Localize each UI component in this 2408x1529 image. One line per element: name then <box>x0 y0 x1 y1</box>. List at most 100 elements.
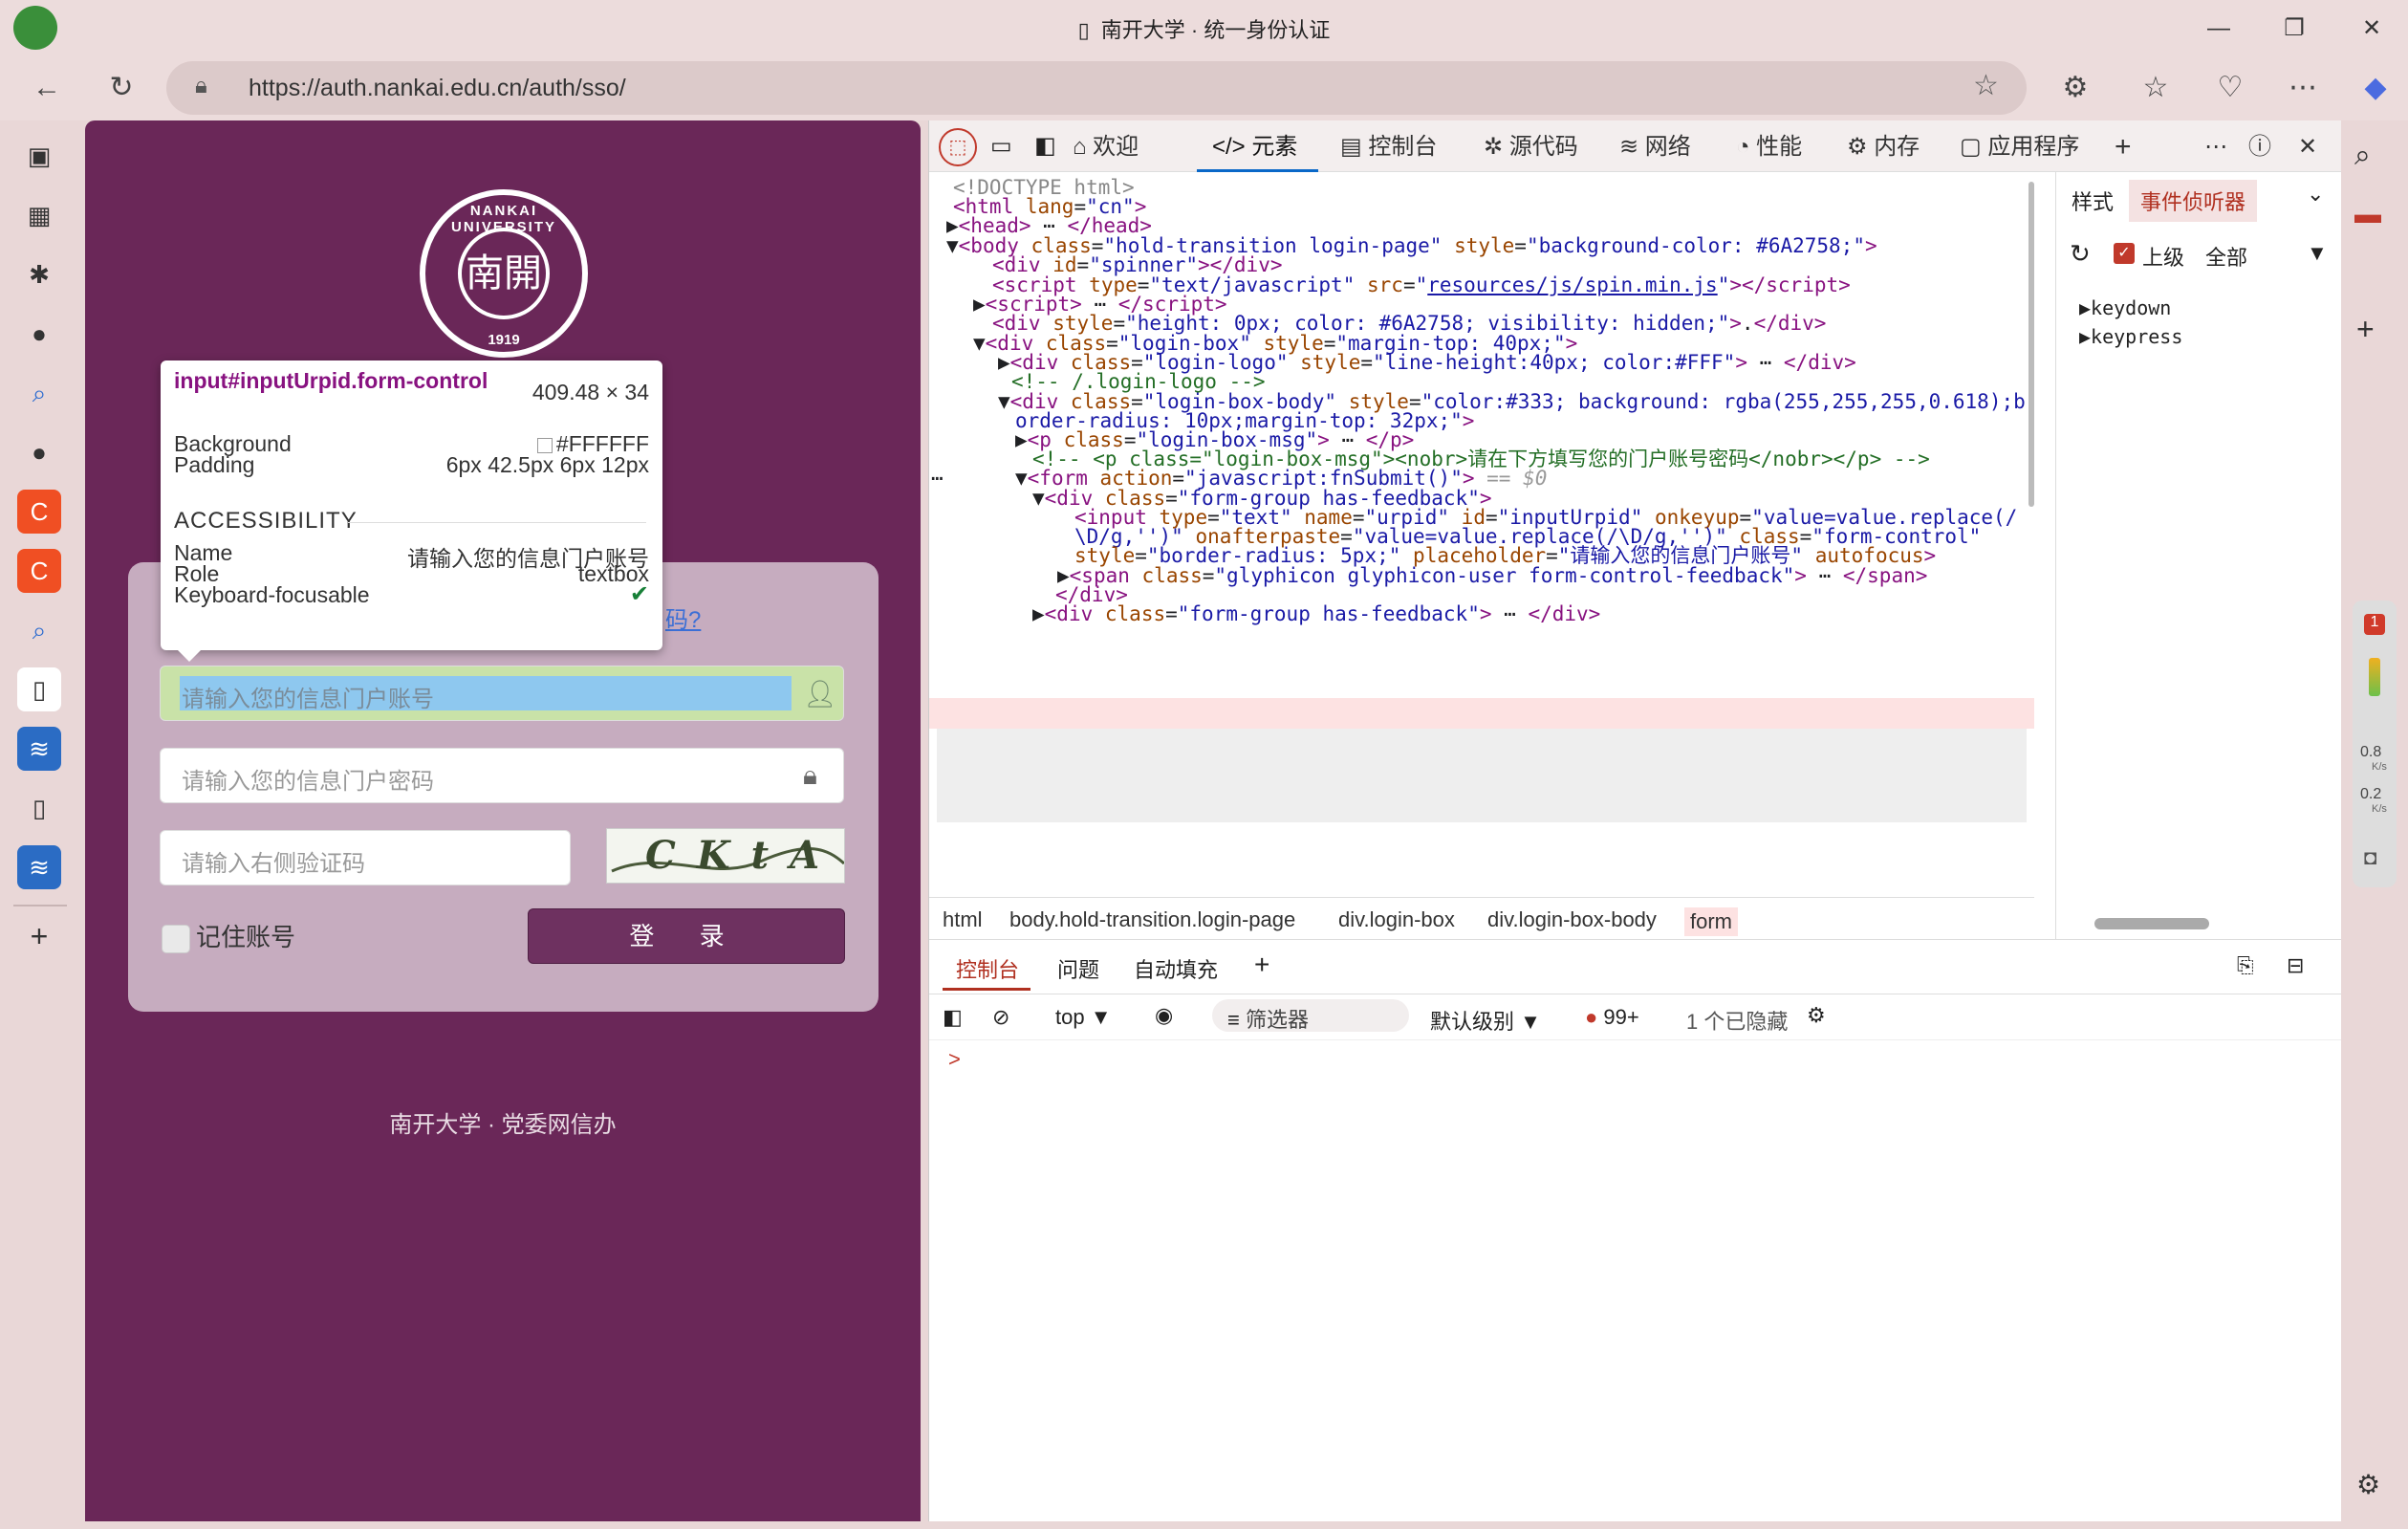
message-icon: ● <box>1585 1005 1604 1029</box>
tab-performance[interactable]: ◔ 性能 <box>1736 130 1802 164</box>
favorites-icon[interactable]: ☆ <box>2134 66 2178 110</box>
ancestors-checkbox[interactable]: ✓ <box>2114 243 2135 264</box>
page-tab-icon[interactable]: ▯ <box>17 786 61 830</box>
tab-console[interactable]: ▤ 控制台 <box>1340 130 1437 164</box>
tab-styles[interactable]: 样式 <box>2072 186 2114 216</box>
toolbox-icon[interactable]: ▬ <box>2354 199 2381 229</box>
back-icon[interactable]: ← <box>25 66 69 110</box>
extensions-icon[interactable]: ⚙ <box>2053 66 2097 110</box>
tab-memory[interactable]: ⚙ 内存 <box>1847 130 1920 164</box>
remember-account[interactable]: 记住账号 <box>162 918 295 954</box>
add-sidebar-app-icon[interactable]: + <box>2356 312 2375 347</box>
chevron-down-icon[interactable]: ⌄ <box>2307 182 2324 207</box>
search-icon[interactable]: ⌕ <box>2354 140 2371 172</box>
close-devtools-icon[interactable]: ✕ <box>2298 130 2317 164</box>
tab-elements[interactable]: </> 元素 <box>1212 130 1297 164</box>
performance-icon[interactable]: ♡ <box>2208 66 2252 110</box>
maximize-button[interactable]: ❐ <box>2270 10 2318 48</box>
address-bar[interactable]: 🔒︎ https://auth.nankai.edu.cn/auth/sso/ … <box>166 61 2027 115</box>
login-button[interactable]: 登 录 <box>528 908 845 964</box>
breadcrumb-item-active[interactable]: form <box>1684 907 1738 936</box>
scrollbar[interactable] <box>2028 182 2034 507</box>
github-tab-icon[interactable]: ● <box>17 312 61 356</box>
add-tab-icon[interactable]: + <box>2115 130 2132 164</box>
filter-icon: ≡ <box>1227 1008 1246 1032</box>
dock-icon[interactable]: ◧ <box>1034 132 1056 160</box>
ancestors-label: 上级 <box>2142 246 2185 270</box>
tab-network[interactable]: ≋ 网络 <box>1619 130 1691 164</box>
drawer-tab-console[interactable]: 控制台 <box>956 953 1019 984</box>
settings-icon[interactable]: ⚙ <box>2356 1469 2380 1500</box>
wifi-icon: ≋ <box>1619 134 1645 160</box>
favorite-star-icon[interactable]: ☆ <box>1973 69 1999 102</box>
copilot-icon[interactable]: ◆ <box>2354 66 2397 110</box>
tab-welcome[interactable]: ⌂ 欢迎 <box>1073 130 1139 164</box>
issues-counter[interactable]: ● 99+ <box>1585 1005 1639 1030</box>
elements-tree[interactable]: <!DOCTYPE html> <html lang="cn"> ▶<head>… <box>929 172 2034 897</box>
edge-sidebar: ⌕ ▬ + 1 0.8 K/s 0.2 K/s ◘ ⚙ <box>2341 120 2408 1529</box>
log-level-select[interactable]: 默认级别 ▼ <box>1430 1005 1541 1036</box>
dom-node-menu-icon[interactable]: ⋯ <box>931 463 944 494</box>
captcha-image[interactable]: CKtA <box>606 828 845 884</box>
search-tab-icon[interactable]: ⌕ <box>17 608 61 652</box>
console-filter-input[interactable]: ≡ 筛选器 <box>1212 999 1409 1032</box>
undock-icon[interactable]: ⎘ <box>2237 953 2254 978</box>
search-tab-icon[interactable]: ⌕ <box>17 371 61 415</box>
minimize-button[interactable]: — <box>2195 10 2243 48</box>
console-prompt[interactable]: > <box>948 1047 961 1072</box>
sidebar-toggle-icon[interactable]: ◧ <box>943 1005 963 1030</box>
active-page-tab-icon[interactable]: ▯ <box>17 667 61 711</box>
github-tab-icon[interactable]: ● <box>17 430 61 474</box>
drawer-tab-issues[interactable]: 问题 <box>1057 953 1099 984</box>
inspect-element-icon[interactable]: ⬚ <box>939 128 977 166</box>
url-text[interactable]: https://auth.nankai.edu.cn/auth/sso/ <box>249 75 626 102</box>
devtools-tab-bar: ⬚ ▭ ◧ ⌂ 欢迎 </> 元素 ▤ 控制台 ✲ 源代码 ≋ 网络 ◔ 性能 … <box>929 120 2342 172</box>
password-input[interactable]: 请输入您的信息门户密码 🔒︎ <box>160 748 844 803</box>
extension-tab-icon[interactable]: ✱ <box>17 252 61 296</box>
image-tab-icon[interactable]: ▦ <box>17 193 61 237</box>
dom-node[interactable]: ▶<span class="glyphicon glyphicon-user f… <box>1057 560 1927 592</box>
refresh-icon[interactable]: ↻ <box>99 66 143 110</box>
drawer-tab-autofill[interactable]: 自动填充 <box>1134 953 1218 984</box>
dom-node[interactable]: ▶<div class="form-group has-feedback"> ⋯… <box>1032 599 1600 630</box>
hidden-count: 1 个已隐藏 <box>1686 1010 1789 1034</box>
listener-item[interactable]: ▶keydown <box>2079 296 2171 319</box>
new-tab-icon[interactable]: + <box>17 914 61 958</box>
device-emulation-icon[interactable]: ▭ <box>990 132 1012 160</box>
close-button[interactable]: ✕ <box>2348 10 2396 48</box>
app-tab-icon[interactable]: ≋ <box>17 727 61 771</box>
clear-console-icon[interactable]: ⊘ <box>992 1005 1009 1030</box>
eye-icon[interactable]: ◉ <box>1155 1003 1173 1028</box>
tab-sources[interactable]: ✲ 源代码 <box>1484 130 1578 164</box>
listener-filter-select[interactable]: 全部 <box>2205 241 2247 272</box>
username-input[interactable]: 请输入您的信息门户账号 👤︎ <box>160 666 844 721</box>
more-options-icon[interactable]: ⋯ <box>2281 66 2325 110</box>
refresh-icon[interactable]: ↻ <box>2070 239 2091 269</box>
add-drawer-tab-icon[interactable]: + <box>1254 950 1269 980</box>
tab-actions-icon[interactable]: ▣ <box>17 134 61 178</box>
breadcrumb-item[interactable]: body.hold-transition.login-page <box>1009 907 1295 932</box>
remember-checkbox[interactable] <box>162 925 190 954</box>
help-icon[interactable]: ⓘ <box>2248 130 2271 164</box>
user-icon: 👤︎ <box>803 679 837 709</box>
close-drawer-icon[interactable]: ⊟ <box>2287 953 2304 978</box>
csdn-tab-icon[interactable]: C <box>17 549 61 593</box>
tab-event-listeners[interactable]: 事件侦听器 <box>2129 180 2258 222</box>
breadcrumb-item[interactable]: html <box>943 907 983 932</box>
chevron-down-icon[interactable]: ▼ <box>2307 241 2328 266</box>
tab-application[interactable]: ▢ 应用程序 <box>1960 130 2079 164</box>
lock-icon[interactable]: 🔒︎ <box>195 73 207 99</box>
console-settings-icon[interactable]: ⚙ <box>1807 1003 1826 1028</box>
breadcrumb-item[interactable]: div.login-box <box>1338 907 1455 932</box>
app-tab-icon[interactable]: ≋ <box>17 845 61 889</box>
context-select[interactable]: top ▼ <box>1055 1005 1111 1030</box>
camera-icon[interactable]: ◘ <box>2364 845 2376 870</box>
horizontal-scrollbar[interactable] <box>2094 918 2209 929</box>
listener-item[interactable]: ▶keypress <box>2079 325 2182 348</box>
breadcrumb-item[interactable]: div.login-box-body <box>1487 907 1657 932</box>
more-tools-icon[interactable]: ⋯ <box>2204 130 2227 164</box>
captcha-input[interactable]: 请输入右侧验证码 <box>160 830 571 885</box>
csdn-tab-icon[interactable]: C <box>17 490 61 534</box>
forgot-password-link[interactable]: 码? <box>665 601 701 634</box>
university-logo: NANKAI UNIVERSITY 南開 1919 <box>420 189 588 358</box>
